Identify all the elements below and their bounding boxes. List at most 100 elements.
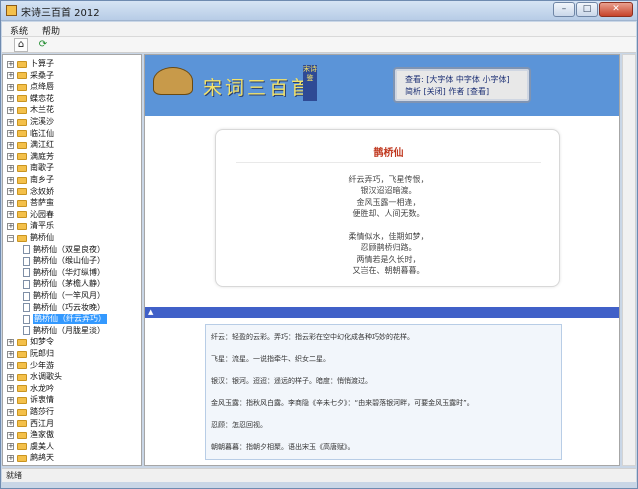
expand-icon[interactable]: +: [7, 153, 14, 161]
expand-icon[interactable]: +: [7, 408, 14, 416]
tree-label: 菩萨蛮: [30, 198, 54, 208]
tree-node-tune[interactable]: + 虞美人: [7, 442, 54, 452]
expand-icon[interactable]: +: [7, 222, 14, 230]
tree-node-tune[interactable]: + 水调歌头: [7, 372, 62, 382]
expand-icon[interactable]: +: [7, 362, 14, 370]
folder-icon: [17, 211, 27, 219]
minimize-button[interactable]: –: [553, 2, 575, 17]
tree-node-tune[interactable]: + 浣溪沙: [7, 117, 54, 127]
tree-leaf-poem[interactable]: 鹊桥仙（缑山仙子）: [23, 256, 105, 266]
tree-label: 浣溪沙: [30, 117, 54, 126]
tree-label: 鹊桥仙（华灯纵博）: [33, 267, 105, 277]
annotation-line: 飞星：流星。一说指牵牛、织女二星。: [211, 355, 330, 363]
font-size-options[interactable]: 查看: [大字体 中字体 小字体]: [405, 74, 510, 85]
tree-node-tune[interactable]: + 诉衷情: [7, 395, 54, 405]
expand-icon[interactable]: +: [7, 72, 14, 80]
poem-title: 鹊桥仙: [373, 148, 404, 159]
folder-icon: [17, 408, 27, 416]
tree-node-tune[interactable]: + 满江红: [7, 140, 54, 150]
folder-icon: [17, 362, 27, 370]
tree-node-tune[interactable]: + 踏莎行: [7, 407, 54, 417]
tree-label: 如梦令: [30, 337, 54, 347]
expand-icon[interactable]: +: [7, 431, 14, 439]
expand-icon[interactable]: +: [7, 176, 14, 184]
collapse-icon[interactable]: −: [7, 234, 14, 242]
tree-node-tune[interactable]: + 水龙吟: [7, 384, 54, 394]
tree-leaf-poem[interactable]: 鹊桥仙（月胧星淡）: [23, 326, 105, 336]
expand-icon[interactable]: +: [7, 385, 14, 393]
annotation-line: 忍顾：怎忍回视。: [211, 421, 267, 429]
logo-title: 宋词三百首: [203, 77, 314, 99]
close-button[interactable]: ✕: [599, 2, 633, 17]
collapse-arrow-icon[interactable]: ▲: [148, 307, 153, 318]
tree-node-tune[interactable]: + 西江月: [7, 419, 54, 429]
folder-icon: [17, 176, 27, 184]
tree-node-tune[interactable]: + 沁园春: [7, 210, 54, 220]
expand-icon[interactable]: +: [7, 443, 14, 451]
expand-icon[interactable]: +: [7, 420, 14, 428]
tree-node-tune[interactable]: + 南乡子: [7, 175, 54, 185]
tree-label: 木兰花: [30, 105, 54, 115]
tree-leaf-poem[interactable]: 鹊桥仙（一竿风月）: [23, 291, 105, 301]
poem-tree[interactable]: + 卜算子 + 采桑子 + 点绛唇 + 蝶恋花 + 木兰花 + 浣溪沙 + 临江仙 + 满江红 + 满庭芳 + 南歌子…: [2, 54, 142, 466]
expand-icon[interactable]: +: [7, 83, 14, 91]
tree-node-tune[interactable]: + 鹧鸪天: [7, 453, 54, 463]
tree-node-tune[interactable]: + 如梦令: [7, 337, 54, 347]
tree-node-tune[interactable]: + 渔家傲: [7, 430, 54, 440]
poem-line: 纤云弄巧，飞星传恨，: [348, 175, 429, 184]
expand-icon[interactable]: +: [7, 211, 14, 219]
expand-icon[interactable]: +: [7, 373, 14, 381]
expand-icon[interactable]: +: [7, 130, 14, 138]
expand-icon[interactable]: +: [7, 141, 14, 149]
tree-node-tune[interactable]: + 菩萨蛮: [7, 198, 54, 208]
tree-node-tune[interactable]: + 临江仙: [7, 129, 54, 139]
tree-leaf-poem[interactable]: 鹊桥仙（巧云妆晚）: [23, 303, 105, 313]
expand-icon[interactable]: +: [7, 118, 14, 126]
tree-node-tune[interactable]: + 点绛唇: [7, 82, 54, 92]
pane-splitter[interactable]: ▲: [145, 307, 619, 318]
tree-node-tune[interactable]: − 鹊桥仙: [7, 233, 54, 243]
tree-node-tune[interactable]: + 念奴娇: [7, 187, 54, 197]
poem-actions[interactable]: 简析 [关闭] 作者 [查看]: [405, 86, 489, 97]
folder-icon: [17, 95, 27, 103]
home-icon[interactable]: ⌂: [14, 38, 28, 52]
expand-icon[interactable]: +: [7, 106, 14, 114]
tree-node-tune[interactable]: + 木兰花: [7, 105, 54, 115]
expand-icon[interactable]: +: [7, 60, 14, 68]
poem-line: 便胜却、人间无数。: [352, 209, 425, 219]
expand-icon[interactable]: +: [7, 164, 14, 172]
menu-system[interactable]: 系统: [10, 24, 28, 37]
tree-label: 念奴娇: [30, 186, 54, 196]
tree-leaf-poem[interactable]: 鹊桥仙（华灯纵博）: [23, 268, 105, 278]
status-text: 就绪: [6, 471, 22, 480]
title-bar[interactable]: 宋诗三百首 2012 – □ ✕: [1, 1, 637, 21]
vertical-scrollbar[interactable]: [622, 54, 636, 466]
tree-node-tune[interactable]: + 南歌子: [7, 163, 54, 173]
expand-icon[interactable]: +: [7, 199, 14, 207]
folder-icon: [17, 153, 27, 161]
folder-icon: [17, 431, 27, 439]
tree-leaf-poem[interactable]: 鹊桥仙（茅檐人静）: [23, 279, 105, 289]
tree-leaf-poem[interactable]: 鹊桥仙（纤云弄巧）: [23, 314, 107, 325]
expand-icon[interactable]: +: [7, 188, 14, 196]
window-controls: – □ ✕: [553, 2, 633, 17]
tree-node-tune[interactable]: + 少年游: [7, 361, 54, 371]
tree-label: 鹊桥仙（缑山仙子）: [33, 256, 105, 266]
tree-label: 少年游: [30, 360, 54, 370]
tree-node-tune[interactable]: + 卜算子: [7, 59, 54, 69]
menu-help[interactable]: 帮助: [42, 24, 60, 37]
tree-leaf-poem[interactable]: 鹊桥仙（双星良夜）: [23, 245, 105, 255]
tree-node-tune[interactable]: + 满庭芳: [7, 152, 54, 162]
tree-node-tune[interactable]: + 阮郎归: [7, 349, 54, 359]
tree-label: 鹧鸪天: [30, 453, 54, 463]
maximize-button[interactable]: □: [576, 2, 598, 17]
expand-icon[interactable]: +: [7, 95, 14, 103]
tree-node-tune[interactable]: + 蝶恋花: [7, 94, 54, 104]
expand-icon[interactable]: +: [7, 454, 14, 462]
refresh-icon[interactable]: ⟳: [36, 38, 50, 52]
tree-node-tune[interactable]: + 清平乐: [7, 221, 54, 231]
tree-node-tune[interactable]: + 采桑子: [7, 71, 54, 81]
expand-icon[interactable]: +: [7, 338, 14, 346]
expand-icon[interactable]: +: [7, 396, 14, 404]
expand-icon[interactable]: +: [7, 350, 14, 358]
